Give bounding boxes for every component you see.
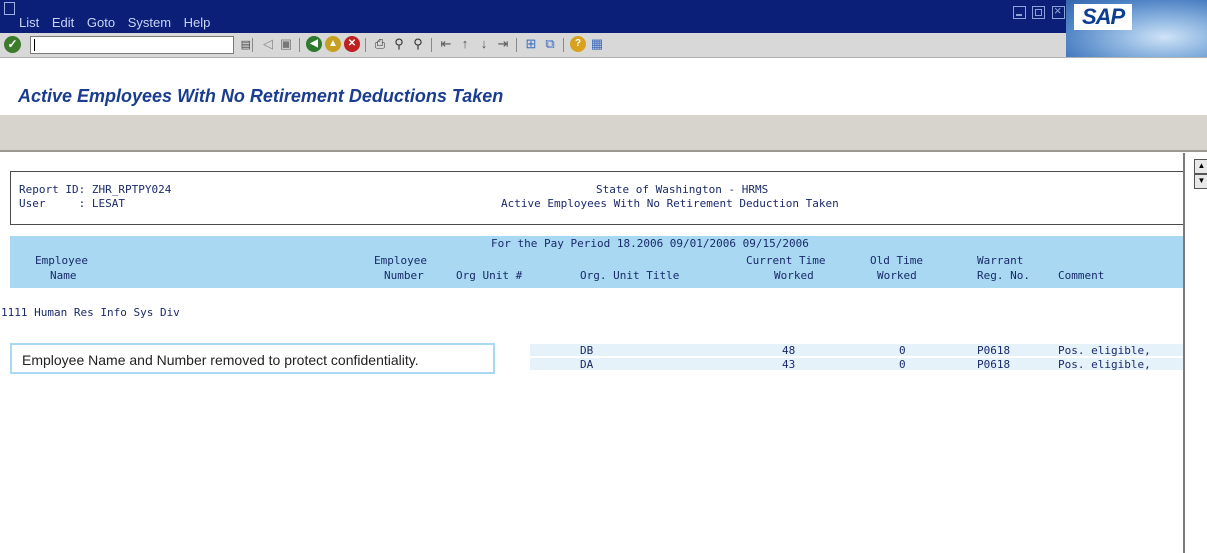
col-employee-number-1: Employee	[374, 254, 427, 267]
group-label[interactable]: 1111 Human Res Info Sys Div	[1, 306, 180, 319]
toolbar-separator	[299, 38, 300, 52]
confidentiality-note: Employee Name and Number removed to prot…	[10, 343, 495, 374]
report-header-box: Report ID: ZHR_RPTPY024 User : LESAT Sta…	[10, 171, 1183, 225]
exit-icon[interactable]: ▲	[325, 36, 341, 52]
create-session-icon[interactable]: ⊞	[523, 36, 539, 52]
page-title: Active Employees With No Retirement Dedu…	[18, 86, 504, 106]
col-org-unit-title: Org. Unit Title	[580, 269, 680, 282]
cell-warrant: P0618	[977, 344, 1011, 357]
menu-system[interactable]: System	[128, 15, 171, 30]
cell-comment: Pos. eligible,	[1058, 358, 1151, 371]
back-arrow-icon[interactable]: ◁	[260, 36, 276, 52]
menu-edit[interactable]: Edit	[52, 15, 74, 30]
sap-logo-text: SAP	[1074, 4, 1133, 30]
toolbar-separator	[431, 38, 432, 52]
back-icon[interactable]: ◀	[306, 36, 322, 52]
toolbar-separator	[252, 38, 253, 52]
report-list: Report ID: ZHR_RPTPY024 User : LESAT Sta…	[0, 153, 1184, 553]
standard-toolbar: ✓ ▤ ◁ ▣ ◀ ▲ ✕ ⎙ ⚲ ⚲ ⇤ ↑ ↓ ⇥ ⊞ ⧉ ? ▦	[0, 33, 1207, 58]
column-header: For the Pay Period 18.2006 09/01/2006 09…	[10, 236, 1184, 288]
sap-logo: SAP	[1066, 0, 1207, 57]
cell-old-time: 0	[899, 358, 906, 371]
cell-org-title: DB	[580, 344, 594, 357]
report-org: State of Washington - HRMS	[596, 183, 769, 196]
col-current-time-1: Current Time	[746, 254, 826, 267]
report-id: Report ID: ZHR_RPTPY024	[19, 183, 172, 196]
layout-icon[interactable]: ▦	[589, 36, 605, 52]
menu-bar: List Edit Goto System Help	[0, 0, 1207, 33]
col-employee-name-1: Employee	[35, 254, 88, 267]
first-page-icon[interactable]: ⇤	[438, 36, 454, 52]
menu-goto[interactable]: Goto	[87, 15, 115, 30]
cell-current-time: 48	[782, 344, 796, 357]
last-page-icon[interactable]: ⇥	[495, 36, 511, 52]
vertical-scrollbar[interactable]: ▲ ▼	[1183, 153, 1207, 553]
pay-period: For the Pay Period 18.2006 09/01/2006 09…	[491, 237, 809, 250]
window-controls	[1013, 3, 1067, 24]
toolbar-separator	[563, 38, 564, 52]
report-user: User : LESAT	[19, 197, 125, 210]
enter-icon[interactable]: ✓	[4, 36, 21, 53]
previous-page-icon[interactable]: ↑	[457, 36, 473, 52]
cell-current-time: 43	[782, 358, 796, 371]
table-row[interactable]: DA 43 0 P0618 Pos. eligible,	[530, 358, 1184, 371]
close-icon[interactable]	[1051, 3, 1065, 19]
toolbar-separator	[516, 38, 517, 52]
print-icon[interactable]: ⎙	[372, 36, 388, 52]
toolbar-separator	[365, 38, 366, 52]
cell-comment: Pos. eligible,	[1058, 344, 1151, 357]
save-icon[interactable]: ▣	[278, 36, 294, 52]
scroll-up-icon[interactable]: ▲	[1194, 159, 1207, 174]
find-icon[interactable]: ⚲	[391, 36, 407, 52]
cancel-icon[interactable]: ✕	[344, 36, 360, 52]
minimize-icon[interactable]	[1013, 6, 1026, 19]
col-old-time-1: Old Time	[870, 254, 923, 267]
window-menu-icon[interactable]	[4, 2, 15, 15]
col-comment: Comment	[1058, 269, 1105, 282]
help-icon[interactable]: ?	[570, 36, 586, 52]
col-warrant-1: Warrant	[977, 254, 1024, 267]
cell-org-title: DA	[580, 358, 594, 371]
menu-list[interactable]: List	[19, 15, 39, 30]
col-employee-name-2: Name	[50, 269, 77, 282]
col-warrant-2: Reg. No.	[977, 269, 1030, 282]
menu-items: List Edit Goto System Help	[19, 15, 219, 30]
report-subtitle: Active Employees With No Retirement Dedu…	[501, 197, 839, 210]
shortcut-icon[interactable]: ⧉	[542, 36, 558, 52]
application-toolbar	[0, 114, 1207, 152]
col-current-time-2: Worked	[774, 269, 814, 282]
find-next-icon[interactable]: ⚲	[410, 36, 426, 52]
next-page-icon[interactable]: ↓	[476, 36, 492, 52]
menu-help[interactable]: Help	[184, 15, 211, 30]
table-row[interactable]: DB 48 0 P0618 Pos. eligible,	[530, 344, 1184, 357]
maximize-icon[interactable]	[1032, 6, 1046, 19]
cell-warrant: P0618	[977, 358, 1011, 371]
history-icon[interactable]: ▤	[241, 38, 251, 51]
cell-old-time: 0	[899, 344, 906, 357]
col-old-time-2: Worked	[877, 269, 917, 282]
scroll-down-icon[interactable]: ▼	[1194, 174, 1207, 189]
col-org-unit: Org Unit #	[456, 269, 523, 282]
col-employee-number-2: Number	[384, 269, 424, 282]
command-field[interactable]: ▤	[30, 36, 251, 54]
text-caret	[34, 39, 35, 51]
